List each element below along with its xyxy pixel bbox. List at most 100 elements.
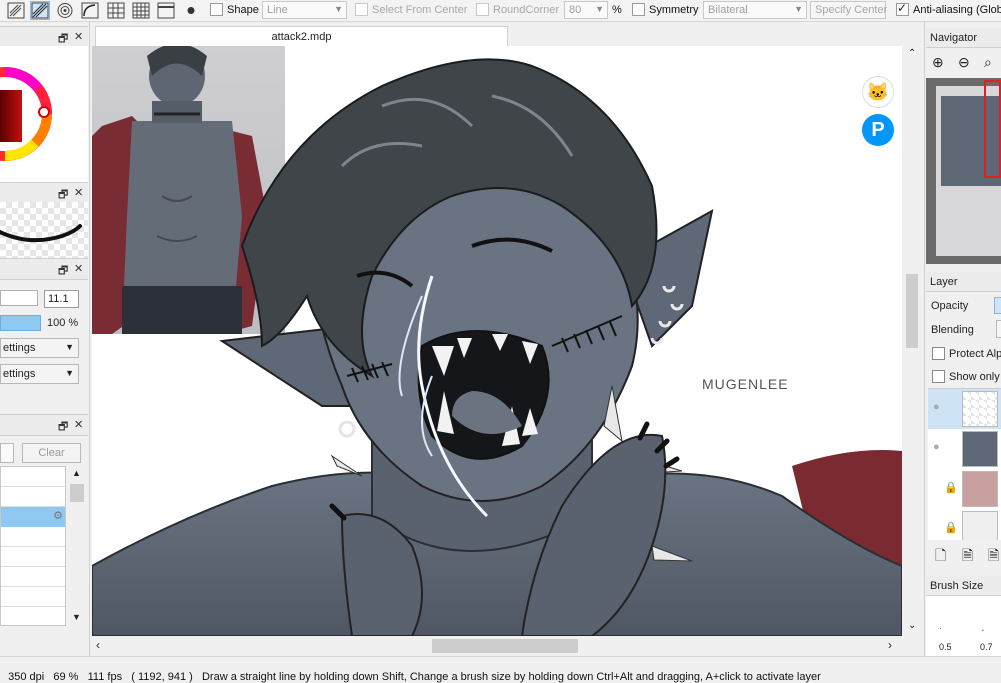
shape-select[interactable]: Line ▼ xyxy=(262,1,347,19)
canvas-horizontal-scrollbar[interactable]: ‹ › xyxy=(92,636,902,656)
list-item[interactable] xyxy=(1,527,65,547)
layer-thumbnail xyxy=(962,431,998,467)
symmetry-select[interactable]: Bilateral ▼ xyxy=(703,1,807,19)
brush-size-dot: ● xyxy=(940,628,942,630)
navigator-preview[interactable] xyxy=(926,78,1001,264)
shape-label: Shape xyxy=(227,4,259,16)
anti-aliasing-checkbox[interactable] xyxy=(896,1,909,16)
brush-settings-dropdown[interactable]: ettings ▼ xyxy=(0,338,79,358)
round-corner-value: 80 xyxy=(569,4,582,16)
layer-list: ● ● 🔒 🔒 xyxy=(928,388,1001,540)
tab-document[interactable]: attack2.mdp xyxy=(95,26,508,46)
parallel-lines-icon[interactable] xyxy=(30,1,50,20)
brush-size-slider[interactable] xyxy=(0,290,38,306)
brush-size-title: Brush Size xyxy=(930,580,984,592)
pattern-hatch-icon[interactable] xyxy=(6,1,26,20)
new-layer-icon[interactable]: 🗋 xyxy=(935,545,946,569)
zoom-fit-icon[interactable]: ⌕ xyxy=(984,54,992,71)
cat-avatar-icon[interactable]: 🐱 xyxy=(862,76,894,108)
close-icon[interactable]: ✕ xyxy=(74,30,83,43)
scroll-up-icon[interactable]: ⌃ xyxy=(908,48,916,59)
toolbar: Shape Line ▼ Select From Center RoundCor… xyxy=(0,0,1001,22)
opacity-slider[interactable] xyxy=(0,315,41,331)
layer-row[interactable]: ● xyxy=(928,389,1001,430)
show-only-checkbox[interactable] xyxy=(932,370,945,383)
chevron-down-icon: ▼ xyxy=(595,4,604,14)
scroll-thumb[interactable] xyxy=(432,639,578,653)
list-item[interactable] xyxy=(1,467,65,487)
scroll-thumb[interactable] xyxy=(906,274,918,348)
brush-size-swatch[interactable]: ● 0.7 xyxy=(974,606,1000,652)
clear-button[interactable]: Clear xyxy=(22,443,81,463)
opacity-label: Opacity xyxy=(931,300,969,312)
scroll-right-icon[interactable]: › xyxy=(888,638,892,652)
select-from-center-checkbox[interactable] xyxy=(355,3,368,16)
brush-size-header: Brush Size xyxy=(926,576,1001,596)
blending-select[interactable] xyxy=(996,320,1001,338)
list-item[interactable] xyxy=(1,547,65,567)
pixiv-logo-icon[interactable]: P xyxy=(862,114,894,146)
canvas-vertical-scrollbar[interactable]: ⌃ ⌄ xyxy=(902,46,922,636)
blending-label: Blending xyxy=(931,324,974,336)
drawing-canvas[interactable]: 🐱 P MUGENLEE xyxy=(92,46,902,636)
window-icon[interactable] xyxy=(156,1,176,20)
document-tab-bar: attack2.mdp xyxy=(92,26,922,46)
shape-checkbox[interactable] xyxy=(210,3,223,16)
layer-opacity-slider[interactable] xyxy=(994,297,1001,314)
list-item[interactable] xyxy=(1,587,65,607)
layer-thumbnail xyxy=(962,511,998,540)
brush-settings-dropdown-2[interactable]: ettings ▼ xyxy=(0,364,79,384)
scroll-left-icon[interactable]: ‹ xyxy=(96,638,100,652)
navigator-title: Navigator xyxy=(930,32,978,44)
brush-size-value: 0.7 xyxy=(980,642,993,652)
visibility-eye-icon[interactable]: ● xyxy=(933,441,940,453)
layer-row[interactable]: 🔒 xyxy=(928,469,1001,510)
scroll-up-icon[interactable]: ▲ xyxy=(72,468,81,478)
symmetry-checkbox[interactable] xyxy=(632,3,645,16)
restore-window-icon[interactable]: 🗗 xyxy=(58,262,68,281)
close-icon[interactable]: ✕ xyxy=(74,418,83,431)
navigator-viewport-frame[interactable] xyxy=(984,80,1001,178)
round-corner-checkbox[interactable] xyxy=(476,3,489,16)
concentric-circles-icon[interactable] xyxy=(55,1,75,20)
protect-alpha-checkbox[interactable] xyxy=(932,347,945,360)
close-icon[interactable]: ✕ xyxy=(74,186,83,199)
clear-label: Clear xyxy=(38,447,65,459)
percent-unit: % xyxy=(612,4,622,16)
lock-icon[interactable]: 🔒 xyxy=(944,521,958,534)
lock-icon[interactable]: 🔒 xyxy=(944,481,958,494)
chevron-down-icon: ▼ xyxy=(65,368,74,378)
brush-size-input[interactable]: 11.1 xyxy=(44,290,79,308)
visibility-eye-icon[interactable]: ● xyxy=(933,401,940,413)
curve-ruler-icon[interactable] xyxy=(80,1,100,20)
gear-icon[interactable]: ⚙ xyxy=(53,509,63,522)
symmetry-label: Symmetry xyxy=(649,4,699,16)
artwork xyxy=(92,46,902,636)
new-raster-layer-icon[interactable]: 🗎 xyxy=(962,545,973,569)
list-item[interactable] xyxy=(1,567,65,587)
layer-thumbnail xyxy=(962,391,998,427)
restore-window-icon[interactable]: 🗗 xyxy=(58,418,68,437)
grid-icon[interactable] xyxy=(106,1,126,20)
close-icon[interactable]: ✕ xyxy=(74,262,83,275)
color-wheel[interactable] xyxy=(0,46,88,182)
dot-icon[interactable] xyxy=(181,1,201,20)
document-tab-title: attack2.mdp xyxy=(271,31,332,43)
perspective-grid-icon[interactable] xyxy=(131,1,151,20)
color-wheel-panel[interactable] xyxy=(0,46,88,182)
scroll-down-icon[interactable]: ⌄ xyxy=(908,620,916,631)
layer-row[interactable]: 🔒 xyxy=(928,509,1001,540)
scroll-thumb[interactable] xyxy=(70,484,84,502)
specify-center-button[interactable]: Specify Center xyxy=(810,1,887,19)
material-list-scrollbar[interactable]: ▲ ▼ xyxy=(68,466,86,626)
search-field[interactable] xyxy=(0,443,14,463)
list-item-selected[interactable]: ⚙ xyxy=(1,507,65,527)
list-item[interactable] xyxy=(1,487,65,507)
brush-size-swatch[interactable]: ● 0.5 xyxy=(932,606,958,652)
layer-row[interactable]: ● xyxy=(928,429,1001,470)
new-vector-layer-icon[interactable]: 🗎 xyxy=(988,545,999,569)
zoom-in-icon[interactable]: ⊕ xyxy=(932,54,944,71)
scroll-down-icon[interactable]: ▼ xyxy=(72,612,81,622)
zoom-out-icon[interactable]: ⊖ xyxy=(958,54,970,71)
round-corner-select[interactable]: 80 ▼ xyxy=(564,1,608,19)
